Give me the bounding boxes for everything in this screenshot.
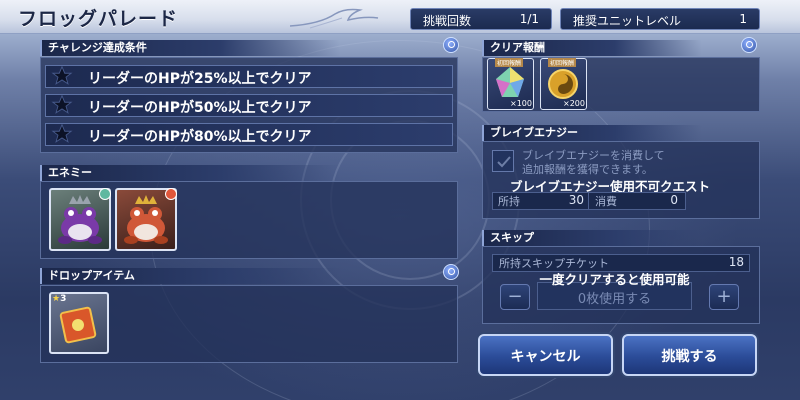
check-icon: [497, 156, 511, 168]
element-badge-icon: [165, 188, 177, 200]
enemy-heading: エネミー: [40, 165, 340, 181]
conditions-heading: チャレンジ達成条件: [40, 40, 340, 56]
brave-held-label: 所持: [498, 195, 520, 208]
brave-desc-line1: ブレイブエナジーを消費して: [522, 149, 665, 162]
conditions-zoom-icon[interactable]: [443, 37, 459, 53]
star-icon: [51, 94, 73, 114]
drop-item-card[interactable]: ★3: [49, 292, 109, 354]
drop-zoom-icon[interactable]: [443, 264, 459, 280]
rarity-star-icon: ★: [52, 294, 61, 304]
rarity-count: 3: [60, 294, 67, 304]
purple-frog-icon: [58, 195, 102, 244]
skip-plus-button[interactable]: +: [709, 284, 739, 310]
cancel-label: キャンセル: [510, 349, 581, 365]
attempts-counter: 挑戦回数 1/1: [410, 8, 552, 30]
condition-text: リーダーのHPが25%以上でクリア: [88, 71, 312, 87]
brave-description: ブレイブエナジーを消費して 追加報酬を獲得できます。: [522, 149, 665, 177]
red-frog-icon: [124, 195, 168, 244]
condition-text: リーダーのHPが50%以上でクリア: [88, 100, 312, 116]
recommended-level: 推奨ユニットレベル 1: [560, 8, 760, 30]
skip-heading: スキップ: [482, 230, 702, 246]
challenge-label: 挑戦する: [661, 349, 718, 365]
title-bar: フロッグパレード 挑戦回数 1/1 推奨ユニットレベル 1: [0, 0, 800, 34]
brave-checkbox[interactable]: [492, 150, 514, 172]
quest-title: フロッグパレード: [18, 8, 179, 30]
recommended-level-label: 推奨ユニットレベル: [573, 14, 682, 28]
reward-count: ×100: [510, 99, 532, 108]
rewards-heading: クリア報酬: [482, 40, 702, 56]
drop-heading: ドロップアイテム: [40, 268, 340, 284]
recommended-level-value: 1: [739, 12, 747, 26]
brave-heading: ブレイブエナジー: [482, 125, 702, 141]
attempts-label: 挑戦回数: [423, 14, 472, 28]
skip-tickets-value: 18: [728, 255, 744, 269]
reward-count: ×200: [563, 99, 585, 108]
enemy-card-purple-frog[interactable]: [49, 188, 111, 251]
element-badge-icon: [99, 188, 111, 200]
rarity-badge: ★3: [52, 294, 66, 304]
enemy-card-red-frog[interactable]: [115, 188, 177, 251]
brave-held-value: 30: [568, 193, 584, 207]
skip-minus-button[interactable]: −: [500, 284, 530, 310]
condition-text: リーダーのHPが80%以上でクリア: [88, 129, 312, 145]
reward-item-gold-coin[interactable]: 初回報酬 ×200: [540, 58, 587, 110]
cancel-button[interactable]: キャンセル: [478, 334, 613, 376]
rewards-zoom-icon[interactable]: [741, 37, 757, 53]
quest-detail-screen: フロッグパレード 挑戦回数 1/1 推奨ユニットレベル 1 チャレンジ達成条件 …: [0, 0, 800, 400]
brave-desc-line2: 追加報酬を獲得できます。: [522, 163, 653, 176]
brave-cost-label: 消費: [595, 195, 617, 208]
challenge-button[interactable]: 挑戦する: [622, 334, 757, 376]
attempts-value: 1/1: [519, 12, 539, 26]
star-icon: [51, 123, 73, 143]
star-icon: [51, 65, 73, 85]
brave-cost-value: 0: [670, 193, 678, 207]
reward-item-crystal[interactable]: 初回報酬 ×100: [487, 58, 534, 110]
title-ornament: [290, 8, 379, 29]
skip-notice: 一度クリアすると使用可能: [539, 272, 690, 287]
skip-usage-text: 0枚使用する: [577, 292, 652, 307]
